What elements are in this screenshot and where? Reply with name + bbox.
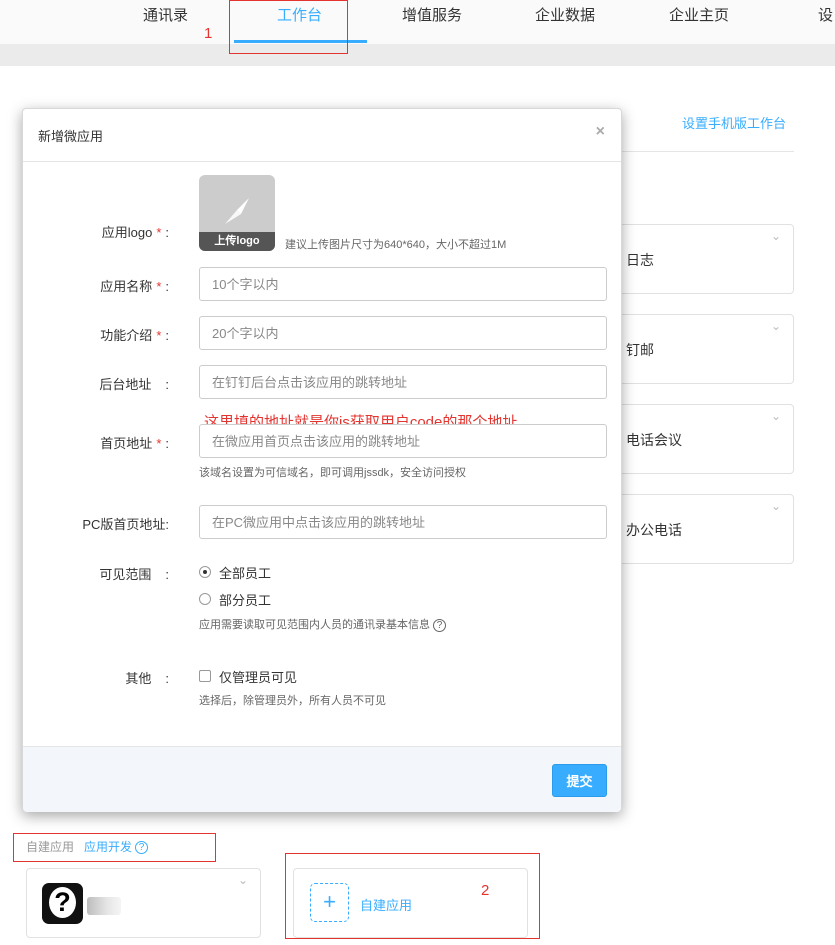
modal-title: 新增微应用	[38, 129, 104, 144]
app-card-mail[interactable]: 钉邮 ⌄	[610, 314, 794, 384]
app-name-blurred	[87, 897, 121, 915]
annotation-number-2: 2	[481, 882, 490, 899]
chevron-down-icon[interactable]: ⌄	[771, 229, 781, 243]
app-dev-link[interactable]: 应用开发?	[84, 838, 149, 855]
chevron-down-icon[interactable]: ⌄	[238, 873, 248, 887]
modal-header: 新增微应用 ×	[23, 109, 621, 162]
annotation-number-1: 1	[204, 25, 213, 42]
backend-url-label: 后台地址:	[99, 377, 169, 392]
visibility-label: 可见范围:	[99, 567, 169, 582]
app-card-label: 办公电话	[626, 522, 682, 538]
logo-label: 应用logo *:	[101, 225, 169, 240]
submit-button[interactable]: 提交	[552, 764, 607, 797]
app-name-label: 应用名称 *:	[100, 279, 169, 294]
question-mark-icon: ?	[49, 887, 76, 918]
nav-item-enterprise-data[interactable]: 企业数据	[535, 4, 595, 25]
intro-label: 功能介绍 *:	[100, 328, 169, 343]
app-card-label: 电话会议	[626, 432, 682, 448]
chevron-down-icon[interactable]: ⌄	[771, 499, 781, 513]
annotation-box-1	[229, 0, 348, 54]
radio-some-staff-label[interactable]: 部分员工	[219, 590, 271, 609]
nav-item-contacts[interactable]: 通讯录	[143, 4, 188, 25]
new-micro-app-modal: 新增微应用 × 应用logo *: 上传logo 建议上传图片尺寸为640*640…	[22, 108, 622, 812]
nav-item-settings[interactable]: 设	[818, 4, 833, 25]
chevron-down-icon[interactable]: ⌄	[771, 409, 781, 423]
upload-hint: 建议上传图片尺寸为640*640，大小不超过1M	[285, 239, 507, 251]
admin-only-help: 选择后，除管理员外，所有人员不可见	[199, 695, 386, 707]
homepage-url-label: 首页地址 *:	[100, 436, 169, 451]
radio-all-staff[interactable]	[199, 566, 211, 578]
self-built-apps-title: 自建应用	[26, 840, 75, 854]
close-icon[interactable]: ×	[596, 123, 605, 141]
app-card-log[interactable]: 日志 ⌄	[610, 224, 794, 294]
nav-item-enterprise-home[interactable]: 企业主页	[669, 4, 729, 25]
annotation-box-2	[285, 853, 540, 939]
homepage-url-input[interactable]	[199, 424, 607, 458]
app-card-label: 日志	[626, 252, 654, 268]
backend-url-input[interactable]	[199, 365, 607, 399]
app-icon: ?	[42, 883, 83, 924]
page: 通讯录 工作台 增值服务 企业数据 企业主页 设 1 设置手机版工作台 日志 ⌄…	[0, 0, 835, 945]
admin-only-label[interactable]: 仅管理员可见	[219, 667, 297, 686]
radio-all-staff-label[interactable]: 全部员工	[219, 563, 271, 582]
app-card-conference[interactable]: 电话会议 ⌄	[610, 404, 794, 474]
app-card-label: 钉邮	[626, 342, 654, 358]
nav-item-value-added[interactable]: 增值服务	[402, 4, 462, 25]
pc-homepage-url-input[interactable]	[199, 505, 607, 539]
radio-some-staff[interactable]	[199, 593, 211, 605]
mobile-workbench-link[interactable]: 设置手机版工作台	[682, 113, 786, 132]
upload-logo-label: 上传logo	[199, 232, 275, 251]
help-icon[interactable]: ?	[135, 841, 149, 855]
visibility-help: 应用需要读取可见范围内人员的通讯录基本信息?	[199, 616, 446, 632]
custom-app-card[interactable]: ? ⌄	[26, 868, 261, 938]
modal-footer: 提交	[23, 746, 621, 812]
homepage-help-text: 该域名设置为可信域名，即可调用jssdk，安全访问授权	[199, 467, 467, 479]
help-icon[interactable]: ?	[433, 618, 446, 632]
section-divider	[620, 151, 794, 152]
app-card-office-phone[interactable]: 办公电话 ⌄	[610, 494, 794, 564]
chevron-down-icon[interactable]: ⌄	[771, 319, 781, 333]
header-divider-bar	[0, 44, 835, 66]
app-name-input[interactable]	[199, 267, 607, 301]
other-label: 其他:	[125, 671, 169, 686]
top-nav: 通讯录 工作台 增值服务 企业数据 企业主页 设	[0, 0, 835, 44]
upload-logo-button[interactable]: 上传logo	[199, 175, 275, 251]
pc-homepage-url-label: PC版首页地址:	[82, 517, 169, 532]
compass-icon	[225, 198, 249, 224]
admin-only-checkbox[interactable]	[199, 670, 211, 682]
intro-input[interactable]	[199, 316, 607, 350]
